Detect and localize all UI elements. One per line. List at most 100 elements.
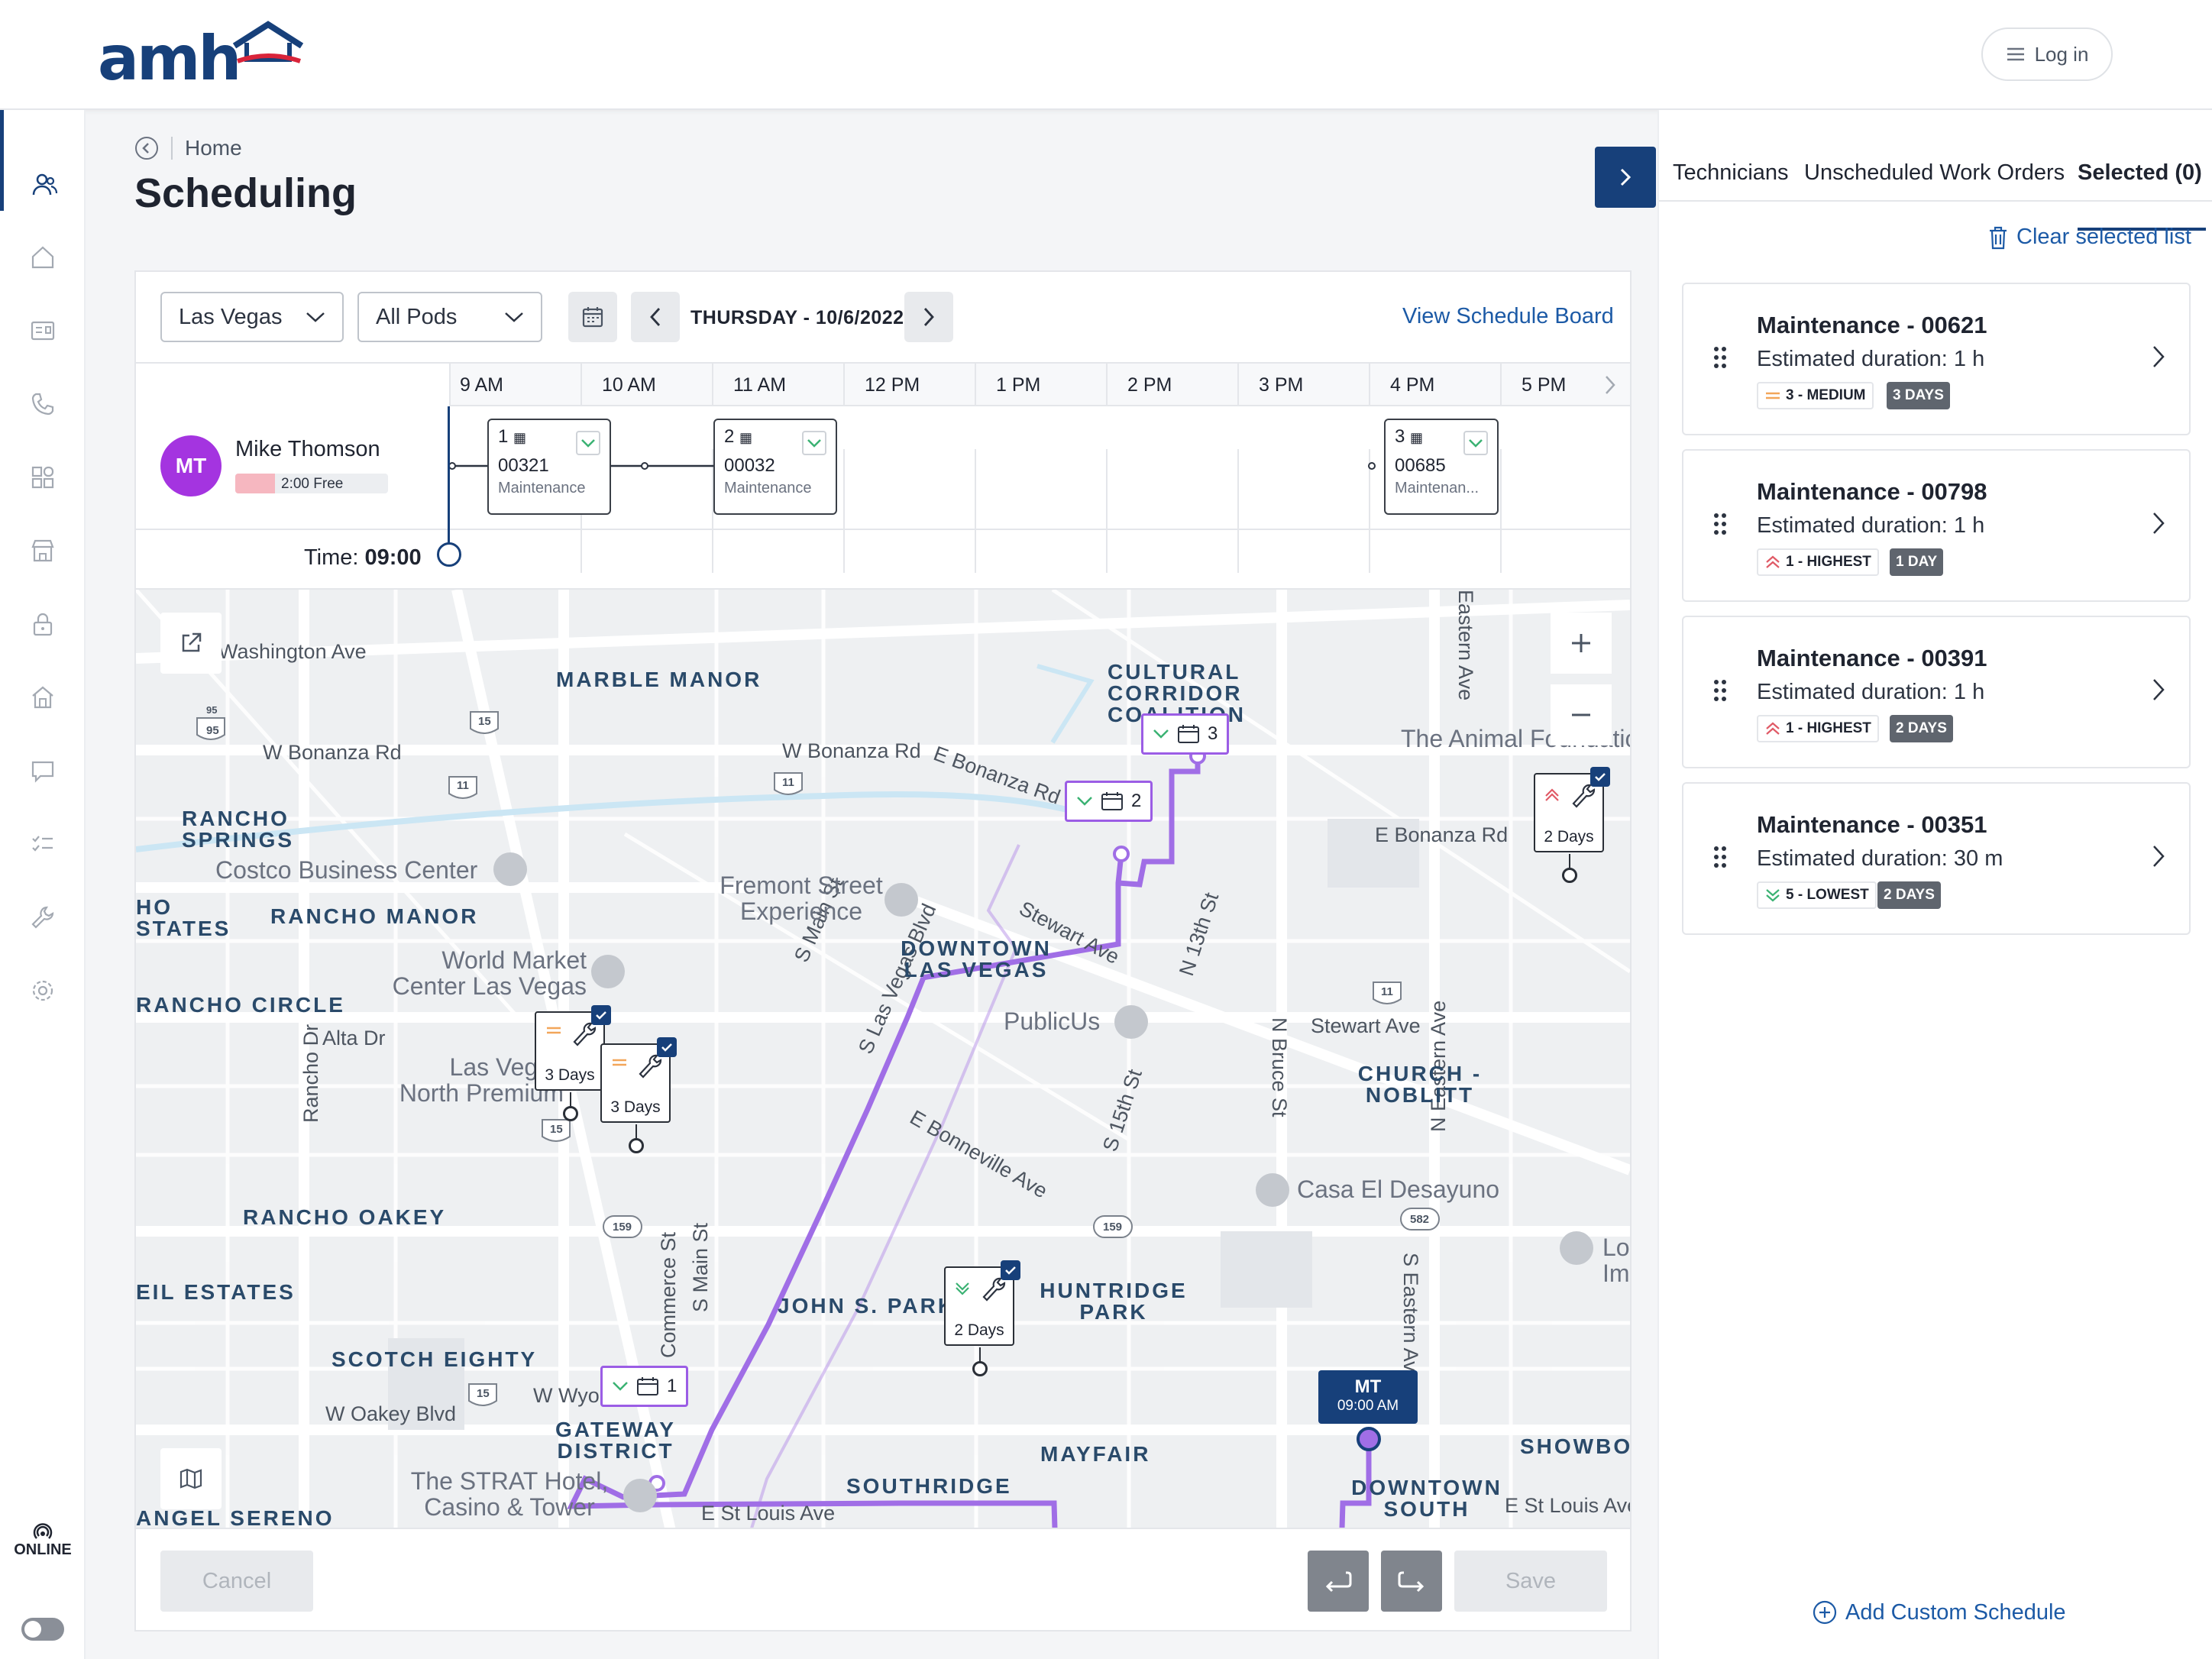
chevron-right-icon[interactable]	[2151, 677, 2166, 703]
hour-label: 12 PM	[843, 364, 975, 406]
time-scrubber-handle[interactable]	[437, 542, 461, 567]
next-day-button[interactable]	[904, 292, 953, 342]
view-schedule-board-link[interactable]: View Schedule Board	[1402, 304, 1614, 329]
scheduled-job-card[interactable]: 3 ▦ 00685 Maintenan...	[1384, 419, 1499, 515]
chevron-right-icon[interactable]	[2151, 510, 2166, 536]
breadcrumb-separator	[171, 137, 173, 160]
undo-icon	[1325, 1571, 1352, 1593]
chevron-right-icon[interactable]	[2151, 344, 2166, 370]
poi-label: Fremont Street Experience	[720, 872, 883, 925]
add-custom-schedule-link[interactable]: Add Custom Schedule	[1812, 1599, 2066, 1625]
street-label: Eastern Ave	[1454, 590, 1477, 701]
login-button[interactable]: Log in	[1981, 27, 2113, 81]
tab-unscheduled-work-orders[interactable]: Unscheduled Work Orders	[1804, 160, 2065, 186]
route-stop-pin[interactable]: 2	[1065, 781, 1153, 822]
selected-work-order-card[interactable]: Maintenance - 00621 Estimated duration: …	[1682, 283, 2191, 435]
selected-check-badge	[1001, 1260, 1020, 1280]
nav-dashboard[interactable]	[0, 451, 86, 504]
technician-location-marker[interactable]: MT 09:00 AM	[1318, 1370, 1418, 1424]
chevron-right-icon[interactable]	[2151, 843, 2166, 869]
save-button[interactable]: Save	[1454, 1551, 1607, 1612]
drag-handle-icon[interactable]	[1712, 678, 1728, 703]
drag-handle-icon[interactable]	[1712, 345, 1728, 370]
work-order-days: 2 Days	[1544, 828, 1594, 846]
work-order-marker[interactable]: 3 Days	[600, 1037, 677, 1153]
street-label: S Main St	[689, 1222, 712, 1312]
pods-value: All Pods	[376, 304, 458, 329]
work-order-marker[interactable]: 3 Days	[535, 1005, 611, 1121]
nav-properties[interactable]	[0, 671, 86, 724]
plus-icon	[1572, 634, 1590, 652]
clear-selected-list-link[interactable]: Clear selected list	[1987, 225, 2191, 250]
back-circle-icon[interactable]	[134, 136, 159, 160]
zoom-in-button[interactable]	[1551, 613, 1612, 674]
nav-calls[interactable]	[0, 377, 86, 431]
chat-icon	[31, 761, 54, 783]
nav-home[interactable]	[0, 231, 86, 284]
route-stop-pin[interactable]: 3	[1141, 713, 1230, 755]
wrench-icon	[956, 1277, 1006, 1302]
highway-shield-label: 95	[206, 724, 219, 737]
scheduled-job-card[interactable]: 2 ▦ 00032 Maintenance	[713, 419, 837, 515]
menu-icon	[2007, 47, 2024, 61]
nav-contacts[interactable]	[0, 304, 86, 357]
work-order-marker[interactable]: 2 Days	[944, 1260, 1020, 1376]
nav-messages[interactable]	[0, 744, 86, 797]
checklist-icon	[32, 836, 53, 852]
nav-scheduling[interactable]	[0, 110, 86, 163]
nav-lockbox[interactable]	[0, 597, 86, 651]
nav-tasks[interactable]	[0, 817, 86, 871]
selected-work-order-card[interactable]: Maintenance - 00391 Estimated duration: …	[1682, 616, 2191, 768]
zoom-out-button[interactable]	[1551, 684, 1612, 745]
timeline-scroll-right-icon[interactable]	[1602, 374, 1618, 396]
prev-day-button[interactable]	[631, 292, 680, 342]
work-order-days: 2 Days	[954, 1321, 1004, 1339]
work-order-marker[interactable]: 2 Days	[1534, 767, 1610, 883]
scheduled-job-card[interactable]: 1 ▦ 00321 Maintenance	[487, 419, 611, 515]
location-select[interactable]: Las Vegas	[160, 292, 344, 342]
phone-icon	[31, 393, 54, 416]
job-code: 00032	[724, 455, 775, 476]
street-label: Commerce St	[657, 1231, 680, 1358]
tab-technicians[interactable]: Technicians	[1673, 160, 1789, 186]
nav-tools[interactable]	[0, 891, 86, 944]
selected-check-badge	[657, 1037, 677, 1057]
nav-stores[interactable]	[0, 524, 86, 577]
neighborhood-label: RANCHO MANOR	[270, 904, 479, 928]
street-label: W Oakey Blvd	[325, 1402, 457, 1425]
nav-settings[interactable]	[0, 964, 86, 1017]
technician-name[interactable]: Mike Thomson	[235, 437, 380, 462]
highway-shield-label: 95	[206, 704, 218, 716]
days-badge: 1 DAY	[1890, 548, 1944, 576]
neighborhood-label: RANCHO SPRINGS	[182, 807, 295, 852]
amh-logo[interactable]: amh	[98, 21, 304, 94]
redo-button[interactable]	[1381, 1551, 1442, 1612]
route-map[interactable]: Washington Ave W Bonanza Rd W Bonanza Rd…	[136, 588, 1630, 1529]
selected-work-order-card[interactable]: Maintenance - 00351 Estimated duration: …	[1682, 782, 2191, 935]
neighborhood-label: HO STATES	[136, 895, 231, 940]
expand-map-button[interactable]	[160, 613, 222, 674]
nav-scheduling[interactable]	[0, 157, 86, 211]
pods-select[interactable]: All Pods	[357, 292, 542, 342]
days-badge: 3 DAYS	[1887, 382, 1950, 409]
cancel-button[interactable]: Cancel	[160, 1551, 313, 1612]
estimated-duration: Estimated duration: 1 h	[1757, 513, 1985, 538]
selected-work-order-card[interactable]: Maintenance - 00798 Estimated duration: …	[1682, 449, 2191, 602]
hour-label: 1 PM	[975, 364, 1106, 406]
priority-medium-icon	[1766, 392, 1780, 399]
chevron-left-icon	[650, 308, 661, 326]
street-label: Stewart Ave	[1311, 1014, 1421, 1037]
collapse-panel-button[interactable]	[1595, 147, 1656, 208]
breadcrumb-home[interactable]: Home	[185, 136, 242, 160]
neighborhood-label: EIL ESTATES	[136, 1280, 296, 1304]
tab-selected[interactable]: Selected (0)	[2078, 160, 2202, 186]
online-toggle[interactable]	[21, 1618, 64, 1641]
route-stop-pin[interactable]: 1	[600, 1366, 689, 1407]
map-layers-button[interactable]	[160, 1448, 222, 1509]
neighborhood-label: DOWNTOWN SOUTH	[1351, 1476, 1502, 1521]
drag-handle-icon[interactable]	[1712, 512, 1728, 536]
calendar-button[interactable]	[568, 292, 617, 342]
minus-icon	[1572, 713, 1590, 716]
drag-handle-icon[interactable]	[1712, 845, 1728, 869]
undo-button[interactable]	[1308, 1551, 1369, 1612]
